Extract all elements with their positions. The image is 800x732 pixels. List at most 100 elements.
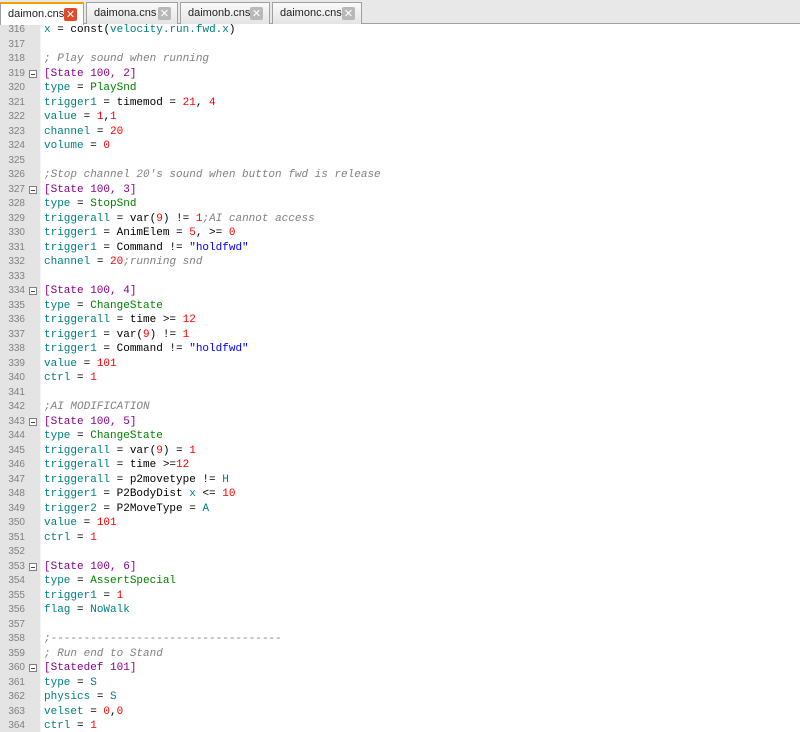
code-line[interactable]: 350 value = 101 — [0, 516, 800, 531]
fold-toggle-icon[interactable] — [29, 417, 37, 426]
code-token: 12 — [176, 459, 190, 471]
fold-toggle-icon[interactable] — [29, 562, 37, 571]
code-line[interactable]: 332 channel = 20;running snd — [0, 255, 800, 270]
code-token: 12 — [182, 314, 196, 326]
code-line[interactable]: 334 [State 100, 4] — [0, 284, 800, 299]
code-line[interactable]: 345 triggerall = var(9) = 1 — [0, 444, 800, 459]
code-line[interactable]: 343 [State 100, 5] — [0, 415, 800, 430]
code-line[interactable]: 358 ;----------------------------------- — [0, 632, 800, 647]
fold-toggle-icon[interactable] — [29, 185, 37, 194]
code-token: 101 — [96, 357, 117, 370]
fold-toggle-icon[interactable] — [29, 287, 37, 295]
code-line[interactable]: 354 type = AssertSpecial — [0, 574, 800, 589]
code-text: volume = 0 — [44, 139, 110, 154]
code-token: 101 — [96, 517, 117, 529]
line-number: 326 — [8, 169, 25, 180]
code-line[interactable]: 339 value = 101 — [0, 357, 800, 372]
line-number: 342 — [8, 401, 25, 412]
tab-daimonc-cns[interactable]: daimonc.cns ✕ — [272, 2, 362, 24]
code-line[interactable]: 318 ; Play sound when running — [0, 52, 800, 67]
code-text: trigger1 = Command != "holdfwd" — [44, 241, 249, 256]
code-line[interactable]: 349 trigger2 = P2MoveType = A — [0, 502, 800, 517]
code-line[interactable]: 322 value = 1,1 — [0, 110, 800, 125]
code-line[interactable]: 336 triggerall = time >= 12 — [0, 313, 800, 328]
code-line[interactable]: 360 [Statedef 101] — [0, 661, 800, 676]
code-token: = timemod = — [96, 96, 183, 109]
fold-toggle-icon[interactable] — [29, 664, 37, 672]
code-text: trigger2 = P2MoveType = A — [44, 502, 209, 517]
code-line[interactable]: 347 triggerall = p2movetype != H — [0, 473, 800, 488]
code-line[interactable]: 326 ;Stop channel 20's sound when button … — [0, 168, 800, 183]
code-line[interactable]: 340 ctrl = 1 — [0, 371, 800, 386]
code-line[interactable]: 324 volume = 0 — [0, 139, 800, 154]
code-token: ;Stop channel 20's sound when button fwd… — [44, 169, 381, 181]
code-token: 20 — [110, 256, 124, 268]
code-editor[interactable]: 316 x = const(velocity.run.fwd.x) 317 318 ; … — [0, 24, 800, 732]
code-line[interactable]: 321 trigger1 = timemod = 21, 4 — [0, 96, 800, 111]
code-line[interactable]: 359 ; Run end to Stand — [0, 647, 800, 662]
code-token: ;AI cannot access — [202, 212, 315, 225]
code-token: "holdfwd" — [189, 343, 249, 355]
code-line[interactable]: 323 channel = 20 — [0, 125, 800, 140]
code-line[interactable]: 363 velset = 0,0 — [0, 705, 800, 720]
tab-daimona-cns[interactable]: daimona.cns ✕ — [86, 2, 178, 24]
code-line[interactable]: 316 x = const(velocity.run.fwd.x) — [0, 24, 800, 38]
fold-toggle-icon[interactable] — [29, 69, 37, 78]
code-text: trigger1 = timemod = 21, 4 — [44, 96, 216, 111]
code-line[interactable]: 364 ctrl = 1 — [0, 719, 800, 732]
tab-daimonb-cns[interactable]: daimonb.cns ✕ — [180, 2, 270, 24]
code-line[interactable]: 338 trigger1 = Command != "holdfwd" — [0, 342, 800, 357]
code-text: ; Run end to Stand — [44, 647, 163, 662]
code-token: S — [90, 676, 97, 689]
code-line[interactable]: 361 type = S — [0, 676, 800, 691]
code-line[interactable]: 317 — [0, 38, 800, 53]
code-text: velset = 0,0 — [44, 705, 123, 720]
code-token: = var( — [110, 212, 157, 225]
code-line[interactable]: 357 — [0, 618, 800, 633]
code-line[interactable]: 348 trigger1 = P2BodyDist x <= 10 — [0, 487, 800, 502]
code-text: trigger1 = Command != "holdfwd" — [44, 342, 249, 357]
code-token: trigger1 — [44, 589, 97, 602]
code-line[interactable]: 320 type = PlaySnd — [0, 81, 800, 96]
code-token: 1 — [116, 589, 124, 602]
code-token: trigger2 — [44, 502, 97, 515]
tab-label: daimonc.cns — [280, 7, 342, 19]
code-line[interactable]: 329 triggerall = var(9) != 1;AI cannot ac… — [0, 212, 800, 227]
code-token: = — [90, 691, 111, 703]
code-token: = — [77, 517, 97, 529]
code-line[interactable]: 342 ;AI MODIFICATION — [0, 400, 800, 415]
code-line[interactable]: 355 trigger1 = 1 — [0, 589, 800, 604]
code-token: x — [44, 24, 51, 36]
line-number: 360 — [8, 662, 25, 673]
close-icon[interactable]: ✕ — [158, 7, 171, 20]
code-line[interactable]: 362 physics = S — [0, 690, 800, 705]
close-icon[interactable]: ✕ — [250, 7, 263, 20]
code-token: PlaySnd — [90, 82, 137, 94]
code-line[interactable]: 333 — [0, 270, 800, 285]
code-token: velset — [44, 705, 84, 718]
code-line[interactable]: 337 trigger1 = var(9) != 1 — [0, 328, 800, 343]
tab-daimon-cns[interactable]: daimon.cns ✕ — [0, 2, 84, 25]
code-line[interactable]: 331 trigger1 = Command != "holdfwd" — [0, 241, 800, 256]
code-line[interactable]: 328 type = StopSnd — [0, 197, 800, 212]
code-line[interactable]: 346 triggerall = time >=12 — [0, 458, 800, 473]
code-line[interactable]: 327 [State 100, 3] — [0, 183, 800, 198]
code-line[interactable]: 356 flag = NoWalk — [0, 603, 800, 618]
code-line[interactable]: 330 trigger1 = AnimElem = 5, >= 0 — [0, 226, 800, 241]
code-text: [State 100, 4] — [44, 284, 136, 299]
code-token: ;----------------------------------- — [44, 633, 282, 645]
code-line[interactable]: 335 type = ChangeState — [0, 299, 800, 314]
code-line[interactable]: 319 [State 100, 2] — [0, 67, 800, 82]
code-line[interactable]: 351 ctrl = 1 — [0, 531, 800, 546]
code-line[interactable]: 352 — [0, 545, 800, 560]
line-number: 333 — [8, 270, 25, 282]
code-text: trigger1 = var(9) != 1 — [44, 328, 189, 343]
code-line[interactable]: 353 [State 100, 6] — [0, 560, 800, 575]
code-line[interactable]: 341 — [0, 386, 800, 401]
code-line[interactable]: 344 type = ChangeState — [0, 429, 800, 444]
close-icon[interactable]: ✕ — [64, 8, 77, 21]
code-line[interactable]: 325 — [0, 154, 800, 169]
close-icon[interactable]: ✕ — [342, 7, 355, 20]
line-number: 328 — [8, 198, 25, 209]
code-token: = — [90, 125, 111, 138]
